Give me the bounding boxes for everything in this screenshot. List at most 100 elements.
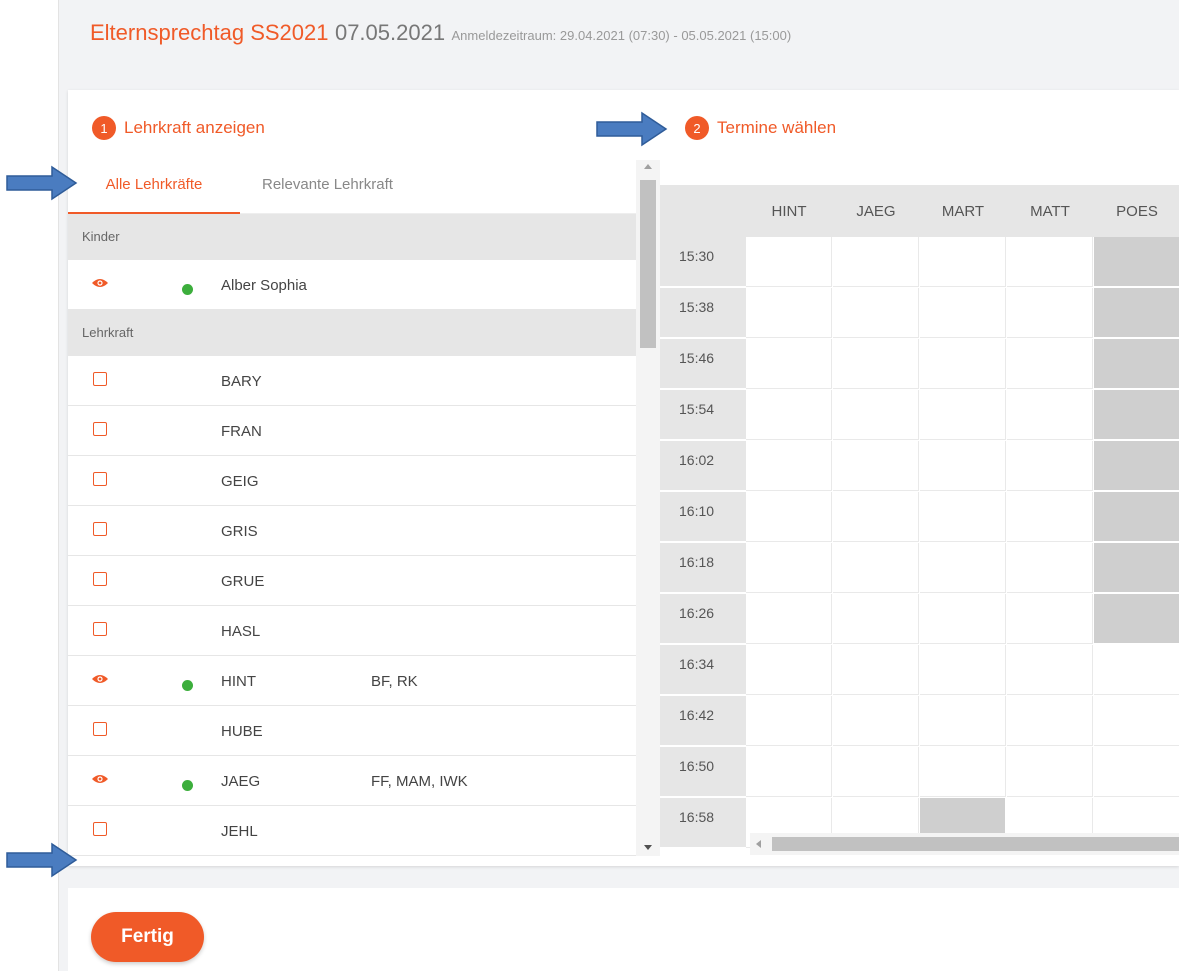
slot-available[interactable]	[1007, 237, 1093, 287]
eye-icon[interactable]	[91, 673, 109, 685]
checkbox-icon[interactable]	[93, 722, 107, 736]
slot-available[interactable]	[833, 594, 919, 644]
teacher-name: BARY	[221, 373, 262, 390]
teacher-row[interactable]: GEIG	[68, 456, 636, 506]
slot-available[interactable]	[1094, 696, 1179, 746]
arrow-right-icon	[596, 111, 668, 147]
slot-available[interactable]	[833, 492, 919, 542]
registration-period: Anmeldezeitraum: 29.04.2021 (07:30) - 05…	[451, 28, 792, 43]
scrollbar-thumb[interactable]	[640, 180, 656, 348]
slot-available[interactable]	[746, 441, 832, 491]
slot-available[interactable]	[833, 390, 919, 440]
slot-available[interactable]	[746, 645, 832, 695]
slot-available[interactable]	[1007, 645, 1093, 695]
slot-available[interactable]	[833, 645, 919, 695]
slot-available[interactable]	[920, 747, 1006, 797]
slot-available[interactable]	[746, 288, 832, 338]
slot-available[interactable]	[1094, 645, 1179, 695]
scrollbar-thumb[interactable]	[772, 837, 1179, 851]
checkbox-icon[interactable]	[93, 822, 107, 836]
slot-unavailable	[1094, 441, 1179, 491]
slot-available[interactable]	[920, 543, 1006, 593]
slot-available[interactable]	[833, 696, 919, 746]
checkbox-icon[interactable]	[93, 622, 107, 636]
child-row[interactable]: Alber Sophia	[68, 260, 636, 310]
slot-available[interactable]	[1007, 696, 1093, 746]
time-label: 16:10	[660, 492, 746, 542]
slot-available[interactable]	[920, 237, 1006, 287]
slot-available[interactable]	[746, 594, 832, 644]
slot-available[interactable]	[920, 594, 1006, 644]
slot-available[interactable]	[833, 339, 919, 389]
slot-available[interactable]	[920, 288, 1006, 338]
checkbox-icon[interactable]	[93, 372, 107, 386]
teacher-row[interactable]: HINT BF, RK	[68, 656, 636, 706]
slot-available[interactable]	[920, 492, 1006, 542]
slot-available[interactable]	[1007, 747, 1093, 797]
step-2-heading: 2 Termine wählen	[685, 116, 836, 140]
scroll-left-icon[interactable]	[756, 840, 761, 848]
teacher-row[interactable]: FRAN	[68, 406, 636, 456]
time-label: 15:54	[660, 390, 746, 440]
slot-available[interactable]	[1007, 339, 1093, 389]
teacher-row[interactable]: JAEG FF, MAM, IWK	[68, 756, 636, 806]
slot-available[interactable]	[833, 747, 919, 797]
tab-relevant-teacher[interactable]: Relevante Lehrkraft	[262, 166, 393, 214]
slot-available[interactable]	[920, 645, 1006, 695]
teacher-row[interactable]: GRIS	[68, 506, 636, 556]
slot-available[interactable]	[1007, 594, 1093, 644]
slot-available[interactable]	[920, 339, 1006, 389]
done-button[interactable]: Fertig	[91, 912, 204, 962]
slot-available[interactable]	[1007, 441, 1093, 491]
vertical-scrollbar[interactable]	[636, 160, 660, 856]
slot-unavailable	[1094, 492, 1179, 542]
scroll-up-icon[interactable]	[644, 164, 652, 169]
column-header: HINT	[771, 203, 807, 220]
slot-unavailable	[1094, 390, 1179, 440]
slot-available[interactable]	[1007, 288, 1093, 338]
time-label: 16:58	[660, 798, 746, 848]
slot-available[interactable]	[746, 543, 832, 593]
eye-icon[interactable]	[91, 773, 109, 785]
slot-available[interactable]	[1007, 543, 1093, 593]
slot-available[interactable]	[833, 543, 919, 593]
teacher-list: Kinder Alber Sophia Lehrkraft BARY FRAN GEIG G…	[68, 214, 636, 864]
slot-available[interactable]	[746, 747, 832, 797]
tab-all-teachers[interactable]: Alle Lehrkräfte	[68, 166, 240, 214]
slot-available[interactable]	[833, 288, 919, 338]
checkbox-icon[interactable]	[93, 572, 107, 586]
step-number-badge: 1	[92, 116, 116, 140]
teacher-row[interactable]: GRUE	[68, 556, 636, 606]
horizontal-scrollbar[interactable]	[750, 833, 1179, 855]
slot-available[interactable]	[1007, 492, 1093, 542]
time-slot-row: 15:38	[660, 288, 1179, 339]
teacher-name: JEHL	[221, 823, 258, 840]
teacher-row[interactable]: HASL	[68, 606, 636, 656]
slot-available[interactable]	[920, 390, 1006, 440]
teacher-row[interactable]: BARY	[68, 356, 636, 406]
eye-icon[interactable]	[91, 277, 109, 289]
scroll-down-icon[interactable]	[644, 845, 652, 850]
checkbox-icon[interactable]	[93, 522, 107, 536]
checkbox-icon[interactable]	[93, 472, 107, 486]
slot-available[interactable]	[833, 237, 919, 287]
slot-available[interactable]	[746, 696, 832, 746]
time-slot-row: 15:54	[660, 390, 1179, 441]
slot-available[interactable]	[920, 696, 1006, 746]
slot-available[interactable]	[1094, 747, 1179, 797]
teacher-name: JAEG	[221, 773, 261, 790]
teacher-row[interactable]: HUBE	[68, 706, 636, 756]
slot-available[interactable]	[920, 441, 1006, 491]
child-name: Alber Sophia	[221, 277, 307, 294]
slot-available[interactable]	[833, 441, 919, 491]
time-label: 16:42	[660, 696, 746, 746]
slot-available[interactable]	[746, 390, 832, 440]
slot-available[interactable]	[1007, 390, 1093, 440]
slot-available[interactable]	[746, 339, 832, 389]
slot-available[interactable]	[746, 492, 832, 542]
teacher-name: GRIS	[221, 523, 258, 540]
slot-available[interactable]	[746, 237, 832, 287]
teacher-row[interactable]: JEHL	[68, 806, 636, 856]
teacher-tabs: Alle Lehrkräfte Relevante Lehrkraft	[68, 166, 636, 214]
checkbox-icon[interactable]	[93, 422, 107, 436]
